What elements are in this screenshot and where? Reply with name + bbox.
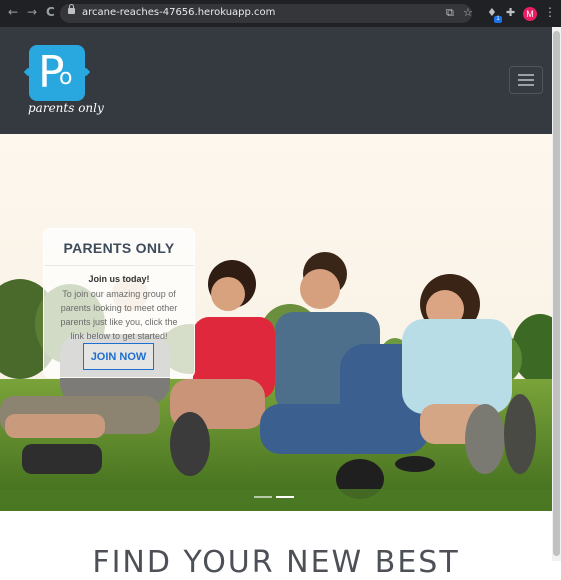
back-icon[interactable]: ← [8, 5, 18, 19]
section-heading: FIND YOUR NEW BEST [92, 545, 460, 580]
logo-tagline: parents only [28, 101, 104, 115]
carousel-indicator-1[interactable] [254, 496, 272, 498]
carousel-indicator-2[interactable] [276, 496, 294, 498]
logo[interactable]: P o [29, 45, 85, 101]
url-text[interactable]: arcane-reaches-47656.herokuapp.com [82, 7, 275, 18]
carousel-indicator-3[interactable] [298, 496, 316, 498]
card-divider [44, 265, 194, 266]
puzzle-icon[interactable]: ✚ [506, 6, 515, 19]
navbar-toggle-button[interactable] [509, 66, 543, 94]
reload-icon[interactable]: C [46, 5, 55, 19]
lock-icon[interactable] [68, 4, 75, 14]
address-bar[interactable]: arcane-reaches-47656.herokuapp.com ⧉ ☆ [60, 4, 473, 23]
hamburger-icon [518, 74, 534, 76]
forward-icon[interactable]: → [27, 5, 37, 19]
join-now-button[interactable]: JOIN NOW [83, 343, 154, 370]
scrollbar-thumb[interactable] [553, 31, 560, 556]
extension-badge: 1 [494, 16, 502, 23]
hamburger-line [518, 79, 534, 81]
page-scrollbar[interactable] [552, 27, 561, 561]
bookmark-star-icon[interactable]: ☆ [463, 6, 473, 19]
profile-avatar[interactable]: M [523, 7, 537, 21]
site-navbar: P o parents only [0, 27, 552, 134]
join-card: PARENTS ONLY Join us today! To join our … [43, 228, 195, 378]
card-body-text: To join our amazing group of parents loo… [60, 289, 178, 341]
card-lead: Join us today! [88, 274, 150, 284]
logo-letter-o: o [59, 65, 73, 90]
card-title: PARENTS ONLY [63, 240, 175, 256]
browser-toolbar: ← → C arcane-reaches-47656.herokuapp.com… [0, 0, 561, 27]
open-in-new-icon[interactable]: ⧉ [446, 6, 454, 20]
browser-menu-icon[interactable]: ⋮ [544, 5, 556, 19]
content-section: FIND YOUR NEW BEST [0, 511, 552, 580]
hamburger-line [518, 84, 534, 86]
